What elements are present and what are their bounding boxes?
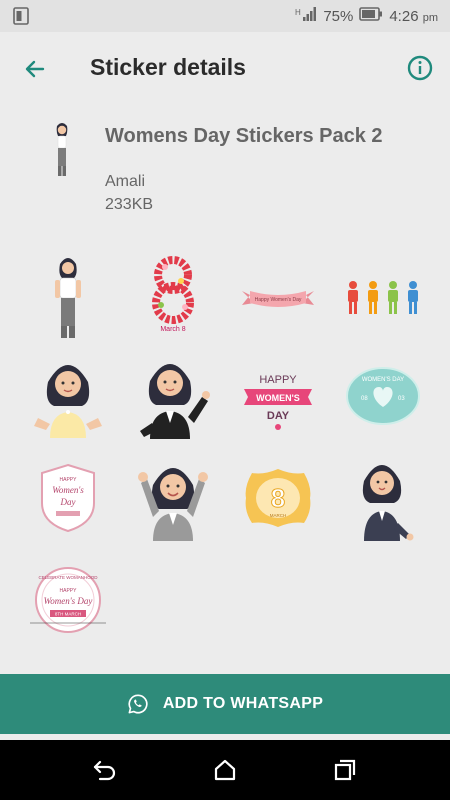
nav-recents-button[interactable] bbox=[331, 756, 359, 784]
sticker-happy-womens-day-ribbon[interactable]: Happy Women's Day bbox=[228, 248, 328, 348]
emblem-line2-text: Day bbox=[60, 497, 76, 507]
pack-author: Amali bbox=[105, 173, 146, 190]
pack-name: Womens Day Stickers Pack 2 bbox=[105, 125, 383, 147]
info-button[interactable] bbox=[404, 52, 436, 84]
sticker-march8-text: March 8 bbox=[160, 326, 185, 333]
sticker-woman-white-top[interactable] bbox=[18, 248, 118, 348]
badge-day-text: DAY bbox=[267, 410, 290, 422]
seal-line1-text: HAPPY bbox=[60, 588, 78, 594]
info-icon bbox=[407, 55, 433, 81]
emblem-happy-text: HAPPY bbox=[60, 477, 78, 483]
page-title: Sticker details bbox=[90, 54, 246, 80]
sticker-woman-dark-suit-pointing[interactable] bbox=[333, 448, 433, 548]
pack-size: 233KB bbox=[105, 196, 154, 213]
nav-home-icon bbox=[214, 759, 236, 781]
nav-back-button[interactable] bbox=[91, 756, 119, 784]
back-button[interactable] bbox=[18, 52, 52, 86]
emblem-line1-text: Women's bbox=[52, 485, 84, 495]
notification-icon bbox=[12, 7, 30, 29]
nav-back-icon bbox=[93, 760, 116, 781]
sticker-happy-womens-day-badge[interactable]: HAPPY WOMEN'S DAY bbox=[228, 346, 328, 446]
sticker-gold-eight-badge[interactable]: 8 MARCH bbox=[228, 448, 328, 548]
add-to-whatsapp-label: ADD TO WHATSAPP bbox=[162, 695, 324, 712]
sticker-womens-day-emblem[interactable]: HAPPY Women's Day bbox=[18, 448, 118, 548]
pack-tray-icon bbox=[48, 120, 76, 178]
signal-icon: H bbox=[295, 6, 317, 26]
sticker-woman-black-suit[interactable] bbox=[123, 346, 223, 446]
navigation-bar bbox=[0, 740, 450, 800]
label-top-text: WOMEN'S DAY bbox=[362, 377, 404, 383]
nav-home-button[interactable] bbox=[211, 756, 239, 784]
svg-text:H: H bbox=[295, 8, 301, 17]
battery-percent: 75% bbox=[323, 7, 354, 25]
sticker-woman-yellow-shirt[interactable] bbox=[18, 346, 118, 446]
label-right-text: 03 bbox=[398, 396, 405, 402]
sticker-womens-day-heart-label[interactable]: WOMEN'S DAY 08 03 bbox=[333, 346, 433, 446]
battery-icon bbox=[359, 7, 383, 25]
seal-line2-text: Women's Day bbox=[44, 596, 93, 606]
seal-arc-text: CELEBRATE WOMANHOOD bbox=[39, 575, 99, 580]
nav-recents-icon bbox=[334, 759, 356, 781]
sticker-flower-eight-march[interactable]: March 8 bbox=[123, 248, 223, 348]
add-to-whatsapp-button[interactable]: ADD TO WHATSAPP bbox=[0, 674, 450, 734]
gold-eight-text: 8 bbox=[271, 483, 285, 513]
seal-date-text: 8TH MARCH bbox=[55, 612, 81, 617]
sticker-woman-gray-suit-cheering[interactable] bbox=[123, 448, 223, 548]
badge-womens-text: WOMEN'S bbox=[256, 393, 300, 403]
app-bar: Sticker details bbox=[0, 32, 450, 104]
badge-happy-text: HAPPY bbox=[259, 374, 297, 386]
arrow-left-icon bbox=[25, 60, 45, 78]
pack-header: Womens Day Stickers Pack 2 Amali 233KB bbox=[0, 110, 450, 225]
clock: 4:26 pm bbox=[389, 7, 438, 25]
sticker-ribbon-text: Happy Women's Day bbox=[255, 297, 302, 303]
whatsapp-icon bbox=[128, 694, 148, 714]
sticker-celebrate-womens-day-seal[interactable]: CELEBRATE WOMANHOOD HAPPY Women's Day 8T… bbox=[18, 550, 118, 650]
sticker-colorful-people-row[interactable] bbox=[333, 248, 433, 348]
label-left-text: 08 bbox=[361, 396, 368, 402]
gold-sub-text: MARCH bbox=[270, 513, 287, 518]
status-bar: H 75% 4:26 pm bbox=[0, 0, 450, 32]
